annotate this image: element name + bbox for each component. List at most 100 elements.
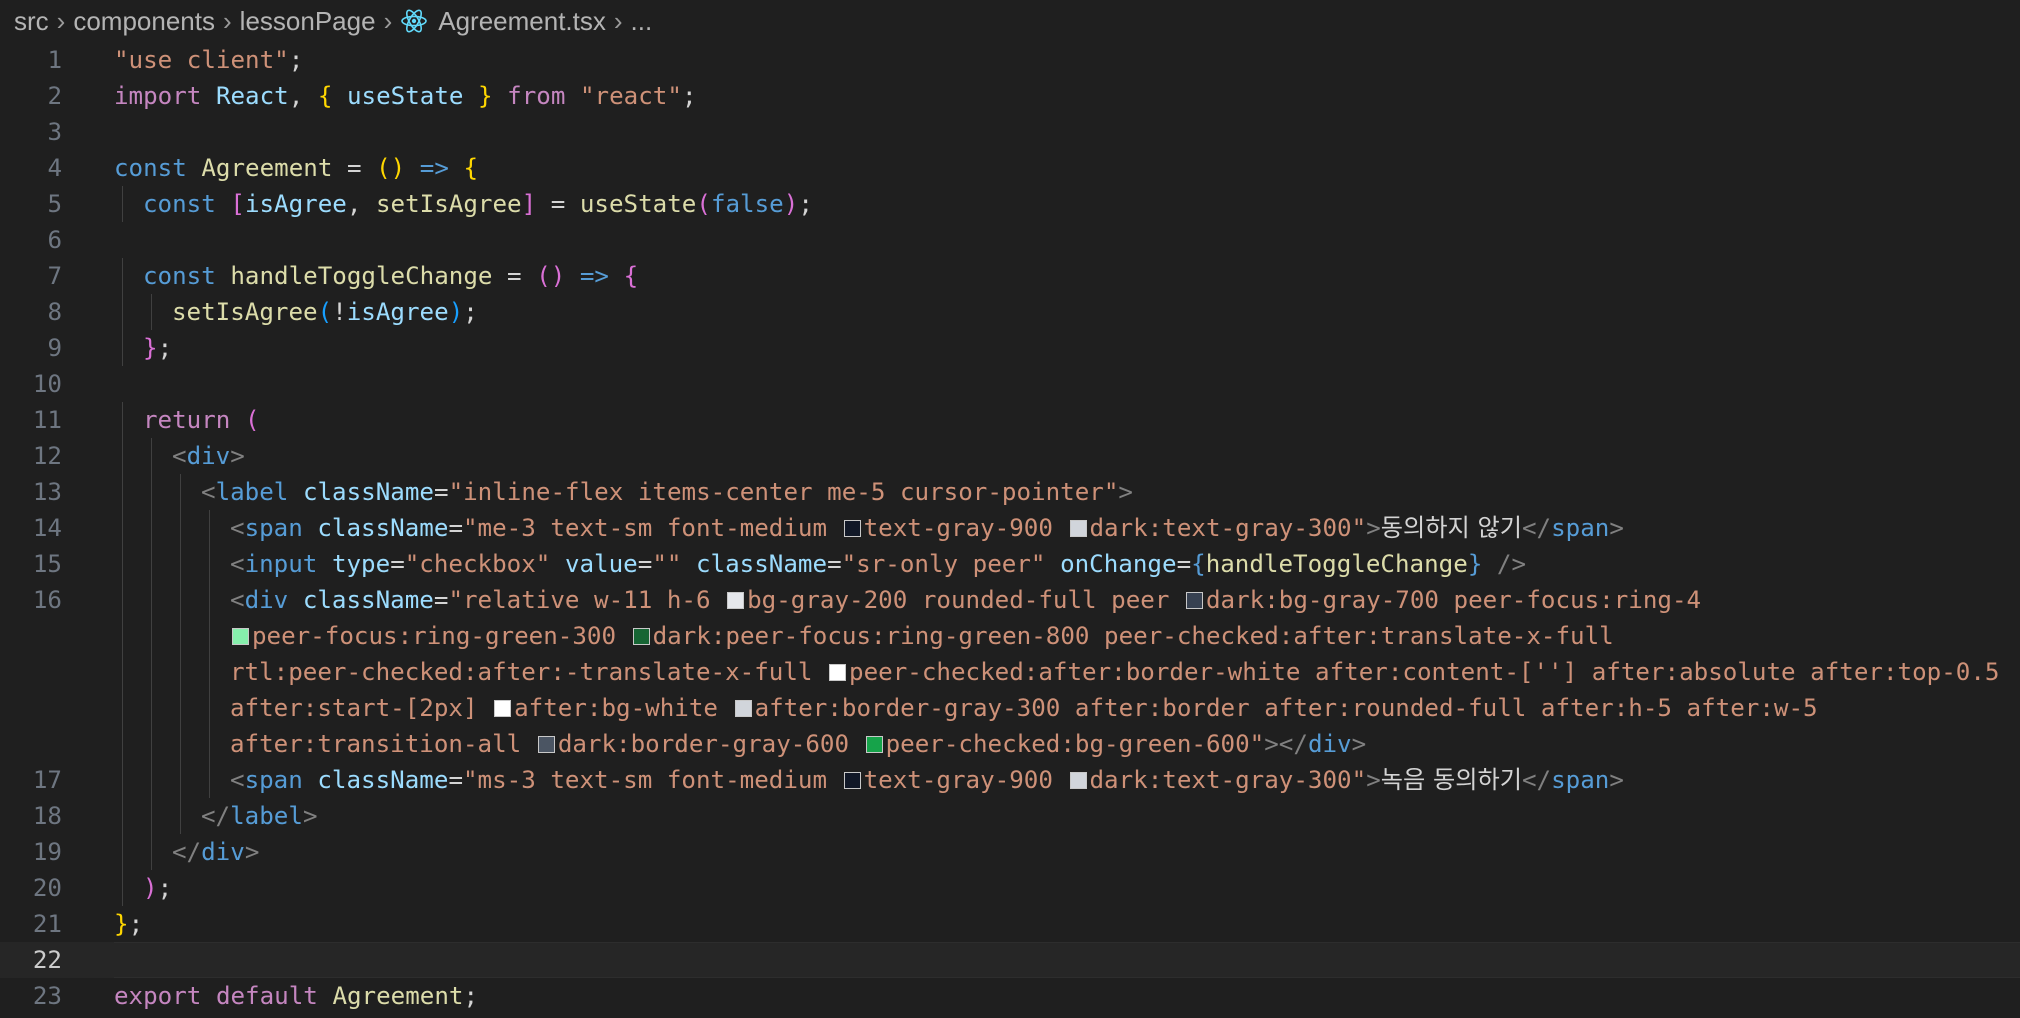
color-swatch-icon[interactable]	[1069, 772, 1087, 789]
color-swatch-icon[interactable]	[494, 700, 512, 717]
code-token: from	[492, 82, 580, 110]
code-token: "react"	[580, 82, 682, 110]
code-text: <div className="relative w-11 h-6 bg-gra…	[230, 582, 1701, 618]
color-swatch-icon[interactable]	[843, 772, 861, 789]
code-line[interactable]: 3	[0, 114, 2020, 150]
indent-guide	[151, 510, 152, 546]
indent-guide	[180, 798, 181, 834]
code-line[interactable]: rtl:peer-checked:after:-translate-x-full…	[0, 654, 2020, 690]
code-token: label	[230, 802, 303, 830]
code-token: ()	[536, 262, 566, 290]
color-swatch-icon[interactable]	[537, 736, 555, 753]
code-token: "sr-only peer"	[841, 550, 1061, 578]
code-line[interactable]: 11 return (	[0, 402, 2020, 438]
color-swatch-icon[interactable]	[734, 700, 752, 717]
code-token: <	[230, 550, 245, 578]
color-swatch-icon[interactable]	[843, 520, 861, 537]
code-token: bg-gray-200 rounded-full peer	[747, 586, 1184, 614]
code-line[interactable]: 7 const handleToggleChange = () => {	[0, 258, 2020, 294]
color-swatch-icon[interactable]	[865, 736, 883, 753]
code-editor[interactable]: 1 "use client"; 2 import React, { useState …	[0, 42, 2020, 1014]
code-text: <span className="me-3 text-sm font-mediu…	[230, 510, 1624, 546]
code-token: ;	[681, 82, 697, 110]
code-line[interactable]: 23 export default Agreement;	[0, 978, 2020, 1014]
code-line[interactable]: 15 <input type="checkbox" value="" classN…	[0, 546, 2020, 582]
indent-guide	[151, 546, 152, 582]
react-icon	[401, 9, 428, 33]
code-line[interactable]: 10	[0, 366, 2020, 402]
code-line[interactable]: 18 </label>	[0, 798, 2020, 834]
code-line[interactable]: 20);	[0, 870, 2020, 906]
line-number: 9	[47, 334, 62, 362]
code-token: <	[201, 478, 216, 506]
code-text: return (	[143, 402, 260, 438]
code-token: {	[623, 262, 639, 290]
code-line[interactable]: 13 <label className="inline-flex items-ce…	[0, 474, 2020, 510]
code-token: handleToggleChange	[1205, 550, 1468, 578]
code-token: >	[1609, 766, 1624, 794]
color-swatch-icon[interactable]	[232, 628, 249, 645]
indent-guide	[209, 582, 210, 618]
line-number: 22	[32, 946, 62, 974]
code-token: =	[827, 550, 842, 578]
indent-guide	[122, 474, 123, 510]
code-line[interactable]: 14 <span className="me-3 text-sm font-med…	[0, 510, 2020, 546]
code-line[interactable]: 19 </div>	[0, 834, 2020, 870]
code-token: !	[332, 298, 347, 326]
code-line[interactable]: 5 const [isAgree, setIsAgree] = useState(…	[0, 186, 2020, 222]
code-line[interactable]: after:start-[2px] after:bg-white after:b…	[0, 690, 2020, 726]
code-line[interactable]: after:transition-all dark:border-gray-60…	[0, 726, 2020, 762]
code-line[interactable]: 4 const Agreement = () => {	[0, 150, 2020, 186]
indent-guide	[209, 762, 210, 798]
code-token: >	[1609, 514, 1624, 542]
code-token: span	[1551, 514, 1610, 542]
code-token: ></	[1264, 730, 1308, 758]
color-swatch-icon[interactable]	[632, 628, 650, 645]
breadcrumb-item-lessonpage[interactable]: lessonPage	[240, 6, 376, 37]
code-line[interactable]: 9};	[0, 330, 2020, 366]
code-text: <input type="checkbox" value="" classNam…	[230, 546, 1526, 582]
indent-guide	[122, 618, 123, 654]
code-token: peer-checked:after:border-white after:co…	[849, 658, 2000, 686]
indent-guide	[122, 654, 123, 690]
breadcrumb-file[interactable]: Agreement.tsx	[438, 6, 606, 37]
code-token: >	[302, 802, 318, 830]
code-line[interactable]: 12 <div>	[0, 438, 2020, 474]
indent-guide	[180, 762, 181, 798]
breadcrumb: src › components › lessonPage › Agreemen…	[0, 0, 2020, 42]
indent-guide	[209, 510, 210, 546]
code-line[interactable]: 16 <div className="relative w-11 h-6 bg-g…	[0, 582, 2020, 618]
indent-guide	[180, 546, 181, 582]
color-swatch-icon[interactable]	[727, 592, 745, 609]
code-token: ;	[463, 298, 478, 326]
code-token: >	[1366, 766, 1381, 794]
line-number: 10	[32, 370, 62, 398]
breadcrumb-ellipsis[interactable]: ...	[631, 6, 653, 37]
code-line[interactable]: 8 setIsAgree(!isAgree);	[0, 294, 2020, 330]
code-line[interactable]: 2 import React, { useState } from "react"…	[0, 78, 2020, 114]
code-text: const Agreement = () => {	[114, 150, 478, 186]
indent-guide	[151, 654, 152, 690]
color-swatch-icon[interactable]	[1069, 520, 1087, 537]
code-token: input	[244, 550, 332, 578]
code-text: setIsAgree(!isAgree);	[172, 294, 478, 330]
code-line[interactable]: 22	[0, 942, 2020, 978]
code-token: type	[331, 550, 391, 578]
breadcrumb-item-src[interactable]: src	[14, 6, 49, 37]
code-text: import React, { useState } from "react";	[114, 78, 697, 114]
code-line[interactable]: 1 "use client";	[0, 42, 2020, 78]
breadcrumb-item-components[interactable]: components	[73, 6, 215, 37]
code-line[interactable]: 6	[0, 222, 2020, 258]
indent-guide	[122, 798, 123, 834]
code-line[interactable]: peer-focus:ring-green-300 dark:peer-focu…	[0, 618, 2020, 654]
code-token: {	[317, 82, 347, 110]
line-number: 3	[47, 118, 62, 146]
code-token: value	[564, 550, 638, 578]
indent-guide	[122, 258, 123, 294]
code-line[interactable]: 21};	[0, 906, 2020, 942]
code-line[interactable]: 17 <span className="ms-3 text-sm font-med…	[0, 762, 2020, 798]
color-swatch-icon[interactable]	[829, 664, 847, 681]
color-swatch-icon[interactable]	[1186, 592, 1203, 609]
code-token: label	[215, 478, 303, 506]
code-token: {	[1191, 550, 1206, 578]
